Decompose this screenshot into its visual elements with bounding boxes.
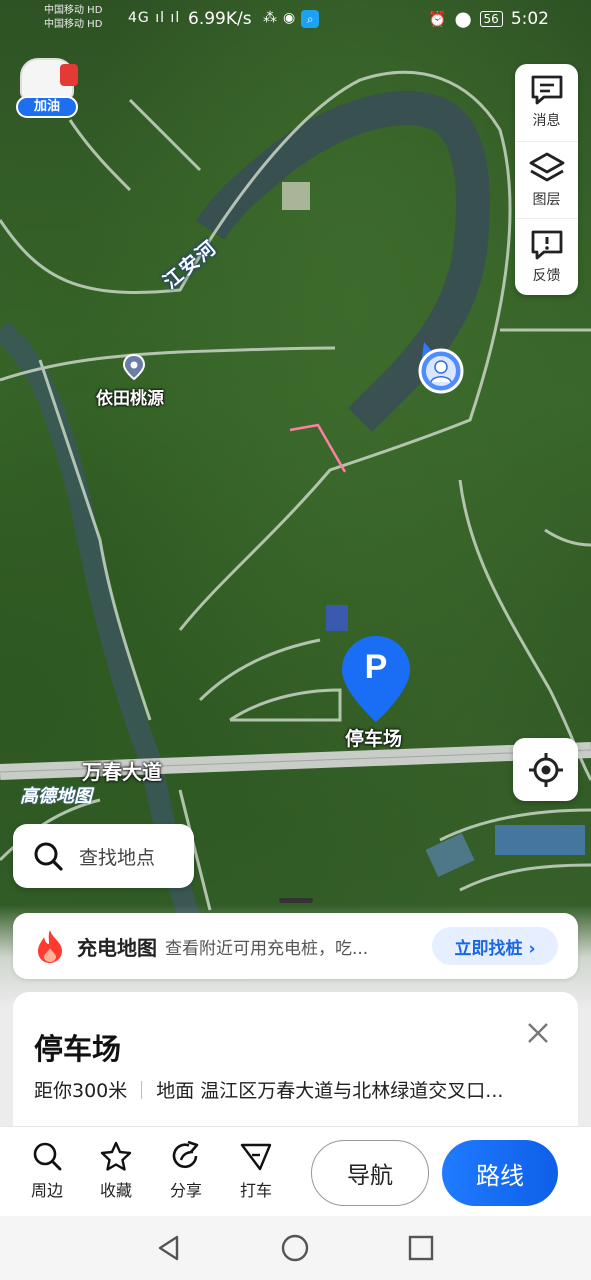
clock: 5:02 <box>510 9 549 29</box>
status-right: ⏰ ⬤ 56 5:02 <box>428 9 549 29</box>
close-icon[interactable] <box>523 1018 553 1048</box>
place-distance: 距你300米 <box>34 1080 128 1102</box>
back-icon[interactable] <box>155 1234 183 1262</box>
place-card: 停车场 距你300米 地面 温江区万春大道与北林绿道交叉口... <box>13 992 578 1142</box>
charging-description: 查看附近可用充电桩，吃... <box>165 938 369 959</box>
map-logo: 高德地图 <box>20 786 92 807</box>
cloud-app-icon: ⁂ <box>263 10 277 26</box>
home-icon[interactable] <box>281 1234 309 1262</box>
message-icon <box>531 75 562 105</box>
battery-icon: 56 <box>479 11 503 27</box>
star-icon <box>100 1141 132 1171</box>
parking-marker[interactable]: P <box>340 634 412 724</box>
share-icon <box>172 1141 199 1168</box>
find-charger-button[interactable]: 立即找桩 › <box>432 927 558 965</box>
car-icon <box>20 58 78 100</box>
carrier-1: 中国移动 HD <box>44 5 103 16</box>
search-icon <box>34 842 63 871</box>
search-icon <box>33 1142 62 1171</box>
charging-banner[interactable]: 充电地图 查看附近可用充电桩，吃... 立即找桩 › <box>13 913 578 979</box>
recents-icon[interactable] <box>407 1234 435 1262</box>
messages-label: 消息 <box>532 113 561 129</box>
carrier-info: 中国移动 HD 中国移动 HD <box>44 4 102 32</box>
meta-divider <box>141 1080 143 1099</box>
favorite-label: 收藏 <box>99 1181 132 1200</box>
navigate-button[interactable]: 导航 <box>311 1140 429 1206</box>
carrier-2: 中国移动 HD <box>44 19 103 30</box>
status-bar: 中国移动 HD 中国移动 HD 4G ıl ıl 6.99K/s ⁂ ◉ ⌕ ⏰… <box>0 0 591 40</box>
nearby-label: 周边 <box>30 1181 63 1200</box>
poi-pin-icon[interactable] <box>123 354 145 380</box>
status-app-icons: ⁂ ◉ ⌕ <box>263 10 320 28</box>
signal-icon: 4G ıl ıl <box>128 10 181 26</box>
nearby-button[interactable]: 周边 <box>22 1141 72 1201</box>
gas-station-badge[interactable]: 加油 <box>16 58 78 120</box>
messages-button[interactable]: 消息 <box>515 64 578 140</box>
location-status-icon: ⬤ <box>454 10 472 28</box>
search-app-icon: ⌕ <box>301 10 320 28</box>
route-button[interactable]: 路线 <box>442 1140 558 1206</box>
search-placeholder: 查找地点 <box>79 846 156 869</box>
share-label: 分享 <box>169 1181 202 1200</box>
sheet-drag-handle[interactable] <box>279 898 313 903</box>
layers-label: 图层 <box>532 191 561 208</box>
parking-label[interactable]: 停车场 <box>345 724 402 751</box>
place-address: 地面 温江区万春大道与北林绿道交叉口... <box>156 1080 504 1102</box>
feedback-icon <box>531 230 562 259</box>
action-bar: 周边 收藏 分享 打车 导航 路线 <box>0 1126 591 1216</box>
road-label: 万春大道 <box>82 760 162 784</box>
place-title: 停车场 <box>34 1032 122 1066</box>
favorite-button[interactable]: 收藏 <box>91 1141 141 1201</box>
taxi-icon <box>240 1143 272 1171</box>
profile-app-icon: ◉ <box>283 10 296 26</box>
map-tools-panel: 消息 图层 反馈 <box>515 64 578 295</box>
place-meta: 距你300米 地面 温江区万春大道与北林绿道交叉口... <box>34 1076 546 1103</box>
system-navigation-bar <box>0 1216 591 1280</box>
taxi-button[interactable]: 打车 <box>231 1141 281 1201</box>
user-location-icon[interactable] <box>418 338 464 394</box>
network-speed: 6.99K/s <box>188 9 252 29</box>
poi-label[interactable]: 依田桃源 <box>96 384 164 409</box>
gas-badge-label: 加油 <box>16 96 78 118</box>
parking-letter: P <box>364 648 388 686</box>
charging-title: 充电地图 <box>77 935 157 960</box>
share-button[interactable]: 分享 <box>161 1141 211 1201</box>
locate-me-button[interactable] <box>513 738 578 801</box>
flame-icon <box>38 930 62 963</box>
layers-icon <box>529 152 564 181</box>
alarm-icon: ⏰ <box>428 10 447 28</box>
taxi-label: 打车 <box>239 1181 272 1200</box>
feedback-button[interactable]: 反馈 <box>515 218 578 294</box>
layers-button[interactable]: 图层 <box>515 141 578 217</box>
search-input[interactable]: 查找地点 <box>13 824 194 888</box>
feedback-label: 反馈 <box>532 267 561 284</box>
crosshair-icon <box>528 752 563 787</box>
